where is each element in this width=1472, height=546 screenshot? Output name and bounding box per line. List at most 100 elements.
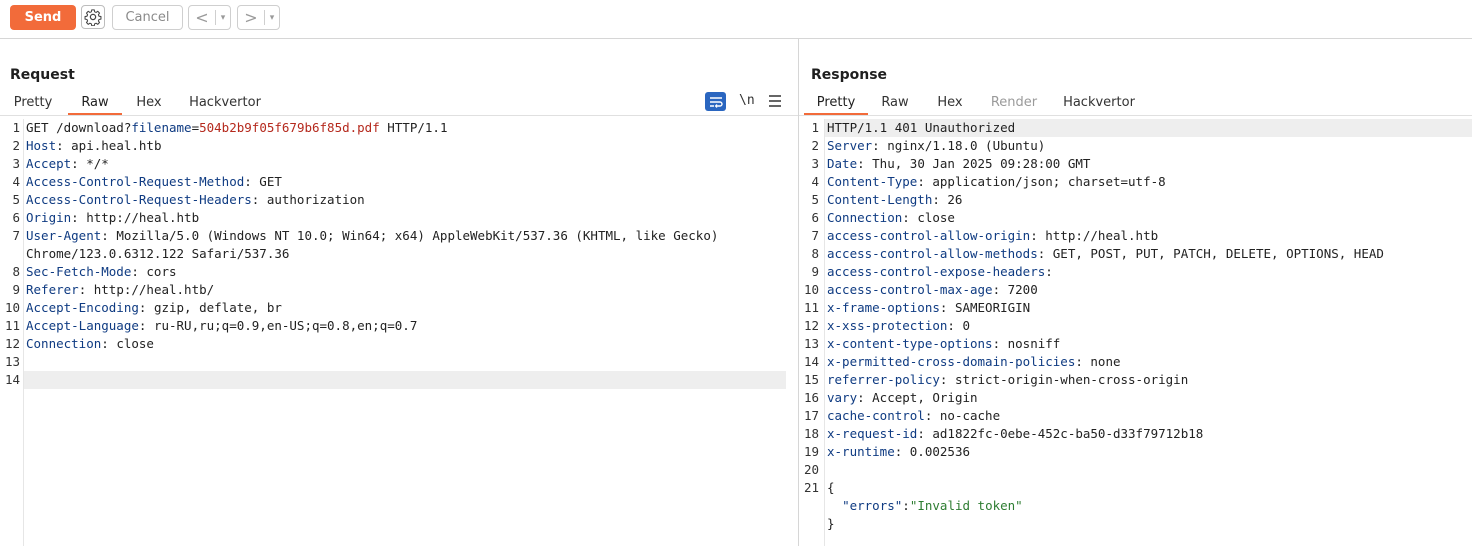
line-number: 19: [803, 444, 819, 459]
newline-toggle[interactable]: \n: [739, 93, 755, 108]
json-body-line: "errors":"Invalid token": [827, 497, 1023, 515]
response-tab-hex[interactable]: Hex: [932, 93, 968, 115]
response-tab-pretty[interactable]: Pretty: [804, 93, 868, 115]
header-line: Connection: close: [827, 209, 955, 227]
line-number: 13: [803, 336, 819, 351]
header-line: x-runtime: 0.002536: [827, 443, 970, 461]
history-back-button[interactable]: < ▾: [188, 5, 231, 30]
header-value: : no-cache: [924, 408, 1001, 423]
header-value: : nosniff: [992, 336, 1061, 351]
header-value: : http://heal.htb/: [78, 282, 215, 297]
send-button[interactable]: Send: [10, 5, 76, 30]
header-name: x-content-type-options: [827, 336, 993, 351]
header-line: Sec-Fetch-Mode: cors: [26, 263, 177, 281]
header-name: x-frame-options: [827, 300, 940, 315]
header-name: Accept: [26, 156, 72, 171]
header-name: Accept-Language: [26, 318, 139, 333]
header-line: User-Agent: Mozilla/5.0 (Windows NT 10.0…: [26, 227, 718, 245]
header-value: : */*: [71, 156, 109, 171]
response-tab-render[interactable]: Render: [988, 93, 1040, 115]
request-tab-hex[interactable]: Hex: [130, 93, 168, 115]
header-line: Content-Type: application/json; charset=…: [827, 173, 1166, 191]
history-forward-button[interactable]: > ▾: [237, 5, 280, 30]
response-tab-hackvertor[interactable]: Hackvertor: [1061, 93, 1137, 115]
header-line: x-frame-options: SAMEORIGIN: [827, 299, 1030, 317]
header-name: Sec-Fetch-Mode: [26, 264, 132, 279]
header-value: : Mozilla/5.0 (Windows NT 10.0; Win64; x…: [101, 228, 719, 243]
json-string-value: "Invalid token": [909, 498, 1023, 513]
header-value: Chrome/123.0.6312.122 Safari/537.36: [26, 246, 290, 261]
line-number: 9: [811, 264, 819, 279]
header-name: Content-Type: [827, 174, 918, 189]
line-number: 10: [803, 282, 819, 297]
query-param-equals: =: [191, 120, 200, 135]
request-tab-pretty[interactable]: Pretty: [8, 93, 58, 115]
header-name: Origin: [26, 210, 72, 225]
header-name: Host: [26, 138, 57, 153]
line-number: 20: [803, 462, 819, 477]
header-line: Access-Control-Request-Method: GET: [26, 173, 282, 191]
header-name: access-control-allow-origin: [827, 228, 1031, 243]
header-name: cache-control: [827, 408, 925, 423]
chevron-down-icon[interactable]: ▾: [265, 13, 279, 23]
header-value: : cors: [131, 264, 177, 279]
response-gutter-border: [824, 119, 825, 546]
request-title: Request: [10, 67, 75, 83]
header-line: vary: Accept, Origin: [827, 389, 978, 407]
line-number: 12: [4, 336, 20, 351]
header-line: Accept-Language: ru-RU,ru;q=0.9,en-US;q=…: [26, 317, 417, 335]
header-value: : ru-RU,ru;q=0.9,en-US;q=0.8,en;q=0.7: [138, 318, 418, 333]
line-number: 21: [803, 480, 819, 495]
line-number: 11: [803, 300, 819, 315]
header-name: access-control-expose-headers: [827, 264, 1046, 279]
line-number: 5: [811, 192, 819, 207]
line-number: 6: [811, 210, 819, 225]
header-line: Accept-Encoding: gzip, deflate, br: [26, 299, 282, 317]
line-number: 2: [811, 138, 819, 153]
line-number: 7: [811, 228, 819, 243]
header-name: User-Agent: [26, 228, 102, 243]
header-name: Server: [827, 138, 873, 153]
header-line: Access-Control-Request-Headers: authoriz…: [26, 191, 365, 209]
header-line: Accept: */*: [26, 155, 109, 173]
header-name: vary: [827, 390, 858, 405]
header-name: access-control-max-age: [827, 282, 993, 297]
request-protocol: HTTP/1.1: [379, 120, 448, 135]
menu-icon[interactable]: [768, 93, 782, 109]
tabs-underline: [0, 115, 798, 116]
header-line: Content-Length: 26: [827, 191, 962, 209]
header-value: : application/json; charset=utf-8: [917, 174, 1166, 189]
response-tab-raw[interactable]: Raw: [877, 93, 913, 115]
header-value: : 7200: [992, 282, 1038, 297]
header-line: x-permitted-cross-domain-policies: none: [827, 353, 1121, 371]
header-value: : close: [101, 336, 154, 351]
chevron-right-icon: >: [244, 8, 258, 27]
request-tab-hackvertor[interactable]: Hackvertor: [184, 93, 266, 115]
header-line: x-content-type-options: nosniff: [827, 335, 1060, 353]
header-value: :: [1045, 264, 1053, 279]
header-value: : 26: [932, 192, 963, 207]
line-number: 1: [12, 120, 20, 135]
cancel-button[interactable]: Cancel: [112, 5, 183, 30]
line-number: 11: [4, 318, 20, 333]
chevron-down-icon[interactable]: ▾: [216, 13, 230, 23]
header-line: Host: api.heal.htb: [26, 137, 161, 155]
header-name: x-request-id: [827, 426, 918, 441]
word-wrap-toggle[interactable]: [705, 92, 726, 111]
line-number: 18: [803, 426, 819, 441]
header-value: : GET: [244, 174, 282, 189]
header-value: : 0.002536: [894, 444, 970, 459]
header-line: cache-control: no-cache: [827, 407, 1000, 425]
line-number: 15: [803, 372, 819, 387]
request-tab-raw[interactable]: Raw: [68, 93, 122, 115]
header-value: : 0: [947, 318, 970, 333]
header-value: : SAMEORIGIN: [939, 300, 1031, 315]
header-name: referrer-policy: [827, 372, 940, 387]
line-number: 16: [803, 390, 819, 405]
settings-button[interactable]: [81, 5, 105, 29]
line-number: 2: [12, 138, 20, 153]
line-number: 14: [803, 354, 819, 369]
request-method-path: GET /download?: [26, 120, 132, 135]
request-gutter-border: [23, 119, 24, 546]
